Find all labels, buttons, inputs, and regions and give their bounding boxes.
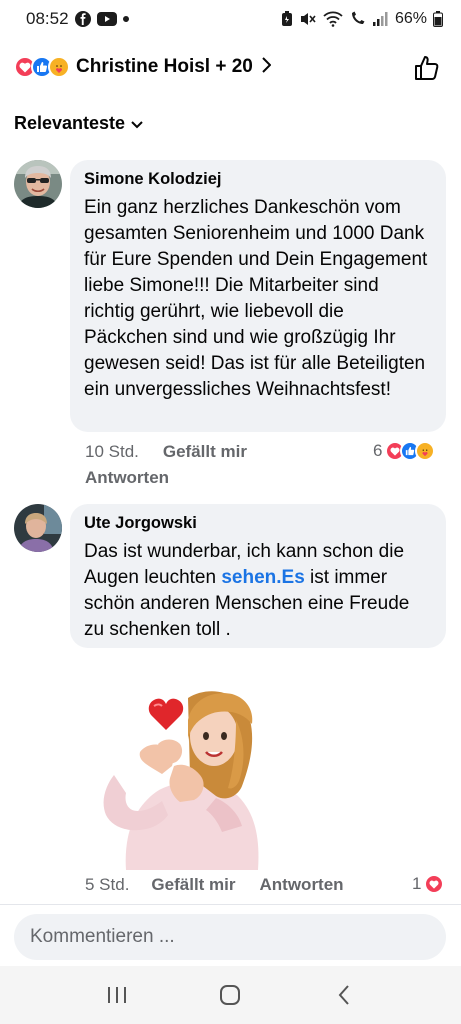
battery-percentage: 66% [394,10,427,27]
comment-author[interactable]: Ute Jorgowski [84,514,432,533]
dot-icon [122,16,129,22]
system-navigation-bar [0,966,461,1024]
avatar[interactable] [14,504,62,552]
comment-time: 10 Std. [85,442,139,461]
battery-saver-icon [281,11,293,27]
comment-composer-bar: Kommentieren ... [0,904,461,966]
youtube-notification-icon [96,12,117,26]
wifi-calling-icon [349,11,367,27]
care-icon [48,56,70,78]
reactors-names: Christine Hoisl + 20 [76,56,253,77]
sort-dropdown[interactable]: Relevanteste [14,113,143,134]
like-button-icon[interactable] [413,54,441,82]
comment-input[interactable]: Kommentieren ... [14,914,446,960]
battery-icon [433,11,443,27]
reply-button[interactable]: Antworten [85,468,169,487]
love-icon [424,874,445,894]
heart-sticker-image[interactable] [96,680,266,870]
care-icon [415,441,436,461]
reaction-icons [14,56,70,78]
facebook-notification-icon [74,11,91,27]
like-comment-button[interactable]: Gefällt mir [163,442,247,461]
like-comment-button[interactable]: Gefällt mir [151,875,235,894]
signal-icon [372,12,389,26]
comment-reactions[interactable]: 6 [373,441,436,461]
wifi-icon [323,11,343,27]
comment-actions: 10 Std. Gefällt mir [85,442,385,462]
recent-apps-icon[interactable] [97,975,137,1015]
comment-time: 5 Std. [85,875,130,894]
reply-button[interactable]: Antworten [260,875,344,894]
home-icon[interactable] [210,975,250,1015]
comment-author[interactable]: Simone Kolodziej [84,170,432,189]
status-bar: 08:52 66% [0,0,461,38]
reaction-count: 1 [412,874,422,893]
comment-link[interactable]: sehen.Es [221,567,304,588]
chevron-right-icon [261,56,272,79]
comment-bubble[interactable]: Simone Kolodziej Ein ganz herzliches Dan… [70,160,446,432]
comment-text: Das ist wunderbar, ich kann schon die Au… [84,539,432,643]
comment-actions-row2: Antworten [85,468,193,488]
avatar[interactable] [14,160,62,208]
comment-actions: 5 Std. Gefällt mir Antworten [85,875,405,895]
sort-label: Relevanteste [14,113,126,133]
comment-reactions[interactable]: 1 [412,874,445,894]
reaction-count: 6 [373,441,383,460]
mute-icon [299,11,317,27]
reactions-summary[interactable]: Christine Hoisl + 20 [0,38,461,96]
status-time: 08:52 [26,9,69,28]
comment-text: Ein ganz herzliches Dankeschön vom gesam… [84,197,428,400]
comment-bubble[interactable]: Ute Jorgowski Das ist wunderbar, ich kan… [70,504,446,648]
back-icon[interactable] [324,975,364,1015]
chevron-down-icon [131,113,143,134]
